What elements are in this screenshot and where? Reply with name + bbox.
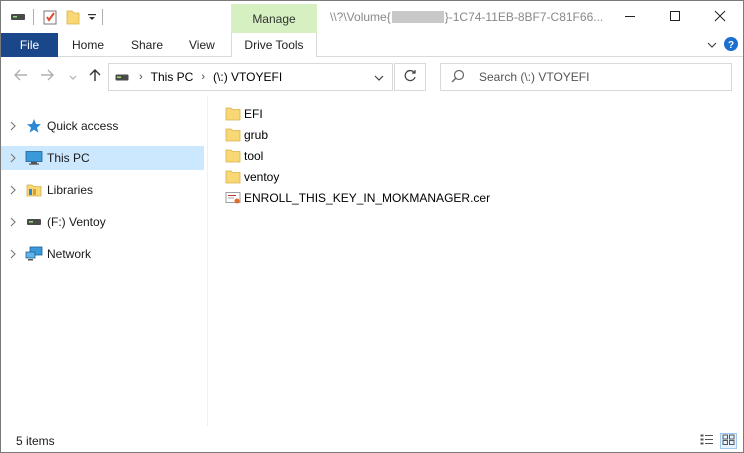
ribbon-tabs: File Home Share View Drive Tools ?	[1, 33, 743, 57]
network-icon	[25, 246, 43, 262]
up-button[interactable]	[87, 67, 103, 85]
window-title-prefix: \\?\Volume{	[330, 10, 391, 24]
certificate-icon	[225, 190, 243, 206]
computer-icon	[25, 150, 43, 166]
large-icons-view-button[interactable]	[720, 433, 737, 449]
tab-file[interactable]: File	[1, 33, 58, 57]
close-button[interactable]	[697, 1, 743, 33]
file-name: ENROLL_THIS_KEY_IN_MOKMANAGER.cer	[244, 190, 491, 205]
window-title-suffix: }-1C74-11EB-8BF7-C81F66...	[444, 10, 604, 24]
file-name: EFI	[244, 106, 263, 121]
chevron-right-icon[interactable]	[10, 216, 16, 230]
drive-icon	[115, 73, 129, 82]
drive-icon	[25, 214, 43, 230]
breadcrumb-this-pc[interactable]: This PC	[151, 70, 194, 84]
file-list: EFI grub tool ventoy ENROLL_THIS_KEY_IN_…	[208, 96, 743, 426]
close-icon	[714, 10, 726, 25]
drive-icon[interactable]	[9, 8, 27, 26]
help-icon: ?	[723, 36, 739, 55]
nav-item-label: (F:) Ventoy	[47, 215, 106, 229]
chevron-right-icon[interactable]	[10, 248, 16, 262]
forward-button[interactable]	[39, 67, 55, 85]
minimize-icon	[624, 10, 636, 25]
refresh-icon	[403, 69, 417, 86]
tab-view[interactable]: View	[189, 33, 215, 57]
tab-share[interactable]: Share	[131, 33, 163, 57]
arrow-right-icon	[40, 68, 54, 84]
breadcrumb-separator: ›	[201, 71, 206, 83]
recent-locations-button[interactable]	[67, 67, 79, 85]
chevron-down-icon	[374, 71, 384, 85]
details-view-icon	[700, 434, 713, 448]
libraries-icon	[25, 182, 43, 198]
nav-item-quick-access[interactable]: Quick access	[1, 114, 204, 138]
minimize-button[interactable]	[607, 1, 653, 33]
file-row-efi[interactable]: EFI	[225, 103, 263, 124]
file-row-certificate[interactable]: ENROLL_THIS_KEY_IN_MOKMANAGER.cer	[225, 187, 490, 208]
nav-item-label: Quick access	[47, 119, 119, 133]
address-bar[interactable]: › This PC › (\:) VTOYEFI	[108, 63, 393, 91]
search-box[interactable]: Search (\:) VTOYEFI	[440, 63, 732, 91]
chevron-down-icon	[707, 38, 717, 52]
file-row-ventoy[interactable]: ventoy	[225, 166, 279, 187]
search-input[interactable]: Search (\:) VTOYEFI	[479, 70, 589, 84]
properties-icon[interactable]	[41, 8, 59, 26]
maximize-button[interactable]	[652, 1, 698, 33]
chevron-right-icon[interactable]	[10, 184, 16, 198]
folder-icon	[225, 106, 243, 122]
explorer-window: Manage \\?\Volume{ }-1C74-11EB-8BF7-C81F6…	[0, 0, 744, 453]
breadcrumb-vtoyefi[interactable]: (\:) VTOYEFI	[213, 70, 282, 84]
file-row-tool[interactable]: tool	[225, 145, 263, 166]
title-bar: Manage \\?\Volume{ }-1C74-11EB-8BF7-C81F6…	[1, 1, 743, 33]
chevron-right-icon[interactable]	[10, 152, 16, 166]
file-row-grub[interactable]: grub	[225, 124, 268, 145]
nav-item-libraries[interactable]: Libraries	[1, 178, 204, 202]
arrow-left-icon	[14, 68, 28, 84]
window-title: \\?\Volume{ }-1C74-11EB-8BF7-C81F66...	[330, 10, 603, 24]
nav-item-label: Network	[47, 247, 92, 261]
file-name: grub	[244, 127, 269, 142]
file-name: tool	[244, 148, 264, 163]
file-name: ventoy	[244, 169, 280, 184]
address-dropdown-button[interactable]	[374, 71, 384, 85]
maximize-icon	[669, 10, 681, 25]
help-button[interactable]: ?	[723, 36, 739, 55]
status-bar: 5 items	[1, 430, 743, 452]
manage-contextual-tab[interactable]: Manage	[231, 4, 317, 33]
new-folder-icon[interactable]	[64, 8, 82, 26]
nav-item-this-pc[interactable]: This PC	[1, 146, 204, 170]
star-icon	[25, 118, 43, 134]
large-icons-view-icon	[722, 434, 735, 448]
chevron-right-icon[interactable]	[10, 120, 16, 134]
navigation-bar: › This PC › (\:) VTOYEFI Search (\:) VTO…	[1, 58, 743, 94]
divider	[33, 9, 34, 25]
details-view-button[interactable]	[698, 433, 715, 449]
navigation-pane: Quick access This PC Libraries (F:) Vent…	[1, 96, 207, 426]
refresh-button[interactable]	[394, 63, 426, 91]
folder-icon	[225, 127, 243, 143]
tab-drive-tools[interactable]: Drive Tools	[231, 33, 317, 57]
search-icon	[451, 69, 465, 86]
item-count: 5 items	[16, 434, 55, 448]
svg-text:?: ?	[728, 40, 734, 51]
chevron-down-icon	[69, 68, 77, 84]
nav-item-label: Libraries	[47, 183, 94, 197]
expand-ribbon-button[interactable]	[705, 37, 719, 53]
redacted-guid	[391, 11, 444, 23]
back-button[interactable]	[13, 67, 29, 85]
arrow-up-icon	[89, 68, 101, 85]
folder-icon	[225, 169, 243, 185]
nav-item-label: This PC	[47, 151, 90, 165]
folder-icon	[225, 148, 243, 164]
nav-item-ventoy-drive[interactable]: (F:) Ventoy	[1, 210, 204, 234]
customize-qat-icon[interactable]	[85, 8, 99, 26]
divider	[102, 9, 103, 25]
nav-item-network[interactable]: Network	[1, 242, 204, 266]
breadcrumb-separator: ›	[139, 71, 143, 83]
tab-home[interactable]: Home	[72, 33, 104, 57]
